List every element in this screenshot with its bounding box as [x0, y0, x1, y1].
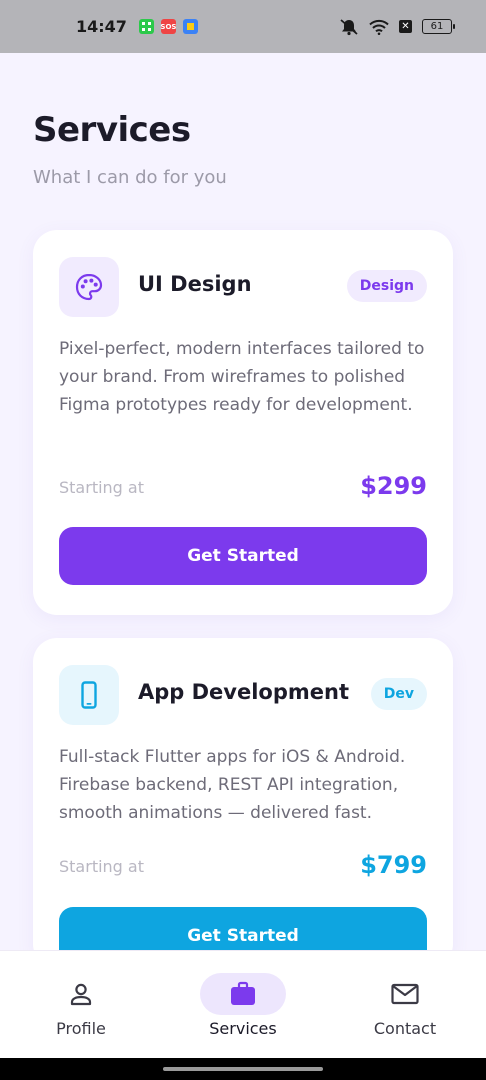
page-title: Services [33, 110, 191, 150]
mute-icon [340, 18, 358, 35]
get-started-button[interactable]: Get Started [59, 527, 427, 585]
close-box-icon: ✕ [399, 20, 412, 33]
service-price: $299 [360, 472, 427, 500]
service-card-ui-design: UI Design Design Pixel-perfect, modern i… [33, 230, 453, 615]
nav-label: Contact [373, 1019, 437, 1038]
service-card-app-development: App Development Dev Full-stack Flutter a… [33, 638, 453, 968]
nav-item-profile[interactable]: Profile [0, 951, 162, 1059]
service-title: App Development [138, 680, 350, 704]
service-title: UI Design [138, 272, 252, 296]
service-description: Pixel-perfect, modern interfaces tailore… [59, 339, 425, 415]
service-badge: Dev [370, 678, 427, 710]
files-app-icon [182, 19, 198, 34]
person-icon [38, 973, 124, 1015]
mail-icon [362, 973, 448, 1015]
status-time: 14:47 [76, 17, 127, 36]
wifi-icon [369, 19, 389, 35]
palette-icon [59, 257, 119, 317]
nav-label: Profile [56, 1019, 106, 1038]
battery-icon: 61 [422, 19, 455, 34]
service-description: Full-stack Flutter apps for iOS & Androi… [59, 747, 406, 823]
sos-label: SOS [160, 22, 177, 31]
status-icons: ✕ 61 [339, 18, 455, 36]
battery-level: 61 [430, 21, 444, 32]
bottom-navigation: Profile Services Contact [0, 950, 486, 1058]
nav-label: Services [209, 1019, 277, 1038]
service-badge: Design [346, 270, 427, 302]
grid-app-icon [138, 19, 154, 34]
price-label: Starting at [59, 478, 144, 497]
briefcase-icon [200, 973, 286, 1015]
home-indicator[interactable] [163, 1067, 323, 1071]
page-subtitle: What I can do for you [33, 167, 227, 188]
nav-item-contact[interactable]: Contact [324, 951, 486, 1059]
phone-icon [59, 665, 119, 725]
sos-app-icon: SOS [160, 19, 177, 34]
service-price: $799 [360, 851, 427, 879]
nav-item-services[interactable]: Services [162, 951, 324, 1059]
price-label: Starting at [59, 857, 144, 876]
status-bar: 14:47 SOS ✕ 61 [0, 0, 486, 53]
